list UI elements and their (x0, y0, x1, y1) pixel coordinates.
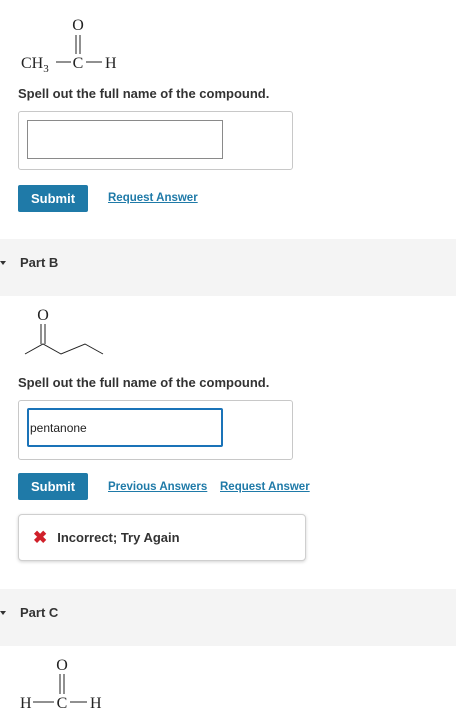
pentanone-structure: O (24, 307, 104, 355)
hydrogen-label: H (105, 55, 117, 72)
oxygen-label: O (72, 17, 84, 34)
part-c-header[interactable]: Part C (0, 589, 456, 646)
carbon-label: C (73, 55, 84, 72)
part-b-previous-answers-link[interactable]: Previous Answers (108, 481, 207, 493)
formaldehyde-structure: O H C H (20, 657, 102, 710)
part-b-header[interactable]: Part B (0, 239, 456, 296)
oxygen-label: O (37, 307, 49, 324)
feedback-text: Incorrect; Try Again (57, 530, 180, 545)
hydrogen-label: H (20, 695, 32, 710)
oxygen-label: O (56, 657, 68, 674)
part-a-submit-button[interactable]: Submit (18, 185, 88, 212)
hydrogen-label: H (90, 695, 102, 710)
part-b-feedback: ✖ Incorrect; Try Again (18, 514, 306, 561)
part-c-title: Part C (20, 605, 59, 620)
ch3-label: CH3 (21, 55, 49, 75)
part-b-title: Part B (20, 255, 59, 270)
part-a-answer-input[interactable] (27, 120, 223, 159)
acetaldehyde-structure: O CH3 C H (21, 17, 117, 75)
caret-down-icon (0, 261, 6, 265)
part-b-prompt: Spell out the full name of the compound. (18, 375, 270, 390)
part-a-answer-box (18, 111, 293, 170)
part-b-request-answer-link[interactable]: Request Answer (220, 481, 310, 493)
carbon-label: C (57, 695, 68, 710)
part-b-answer-input[interactable] (27, 408, 223, 447)
part-b-submit-button[interactable]: Submit (18, 473, 88, 500)
part-b-answer-box (18, 400, 293, 460)
x-icon: ✖ (33, 528, 48, 547)
part-a-request-answer-link[interactable]: Request Answer (108, 192, 198, 204)
caret-down-icon (0, 611, 6, 615)
part-a-prompt: Spell out the full name of the compound. (18, 86, 270, 101)
